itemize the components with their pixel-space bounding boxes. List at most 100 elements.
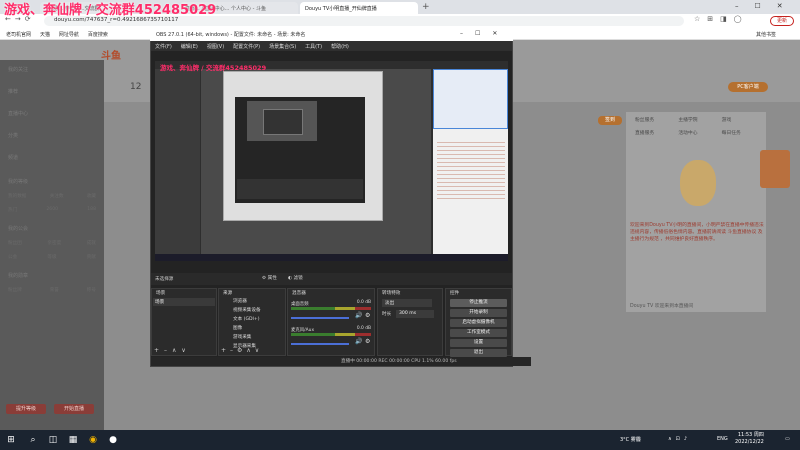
- volume-slider[interactable]: [291, 317, 349, 319]
- start-recording-button[interactable]: 开始录制: [450, 309, 507, 317]
- start-stream-button[interactable]: 开始直播: [54, 404, 94, 414]
- source-item-browser[interactable]: 浏览器: [219, 297, 285, 306]
- right-panel-grid: 粉丝服务 主播学院 游戏 直播服务 活动中心 每日任务: [635, 116, 765, 136]
- source-item-videocapture[interactable]: 视频采集设备: [219, 306, 285, 315]
- stop-streaming-button[interactable]: 停止推流: [450, 299, 507, 307]
- obs-menu-scenecollection[interactable]: 场景集合(S): [269, 43, 296, 50]
- side-ribbon: [760, 150, 790, 188]
- panel-link[interactable]: 活动中心: [678, 129, 721, 136]
- transition-select[interactable]: 淡出: [382, 299, 432, 307]
- duration-input[interactable]: 300 ms: [396, 310, 434, 318]
- update-button[interactable]: 更新: [770, 16, 794, 26]
- sidebar-stat-row: 热门 2600 188: [8, 207, 96, 213]
- sidebar-item-recommend[interactable]: 推荐: [0, 82, 104, 104]
- obs-filters-button[interactable]: ◐ 滤镜: [288, 275, 303, 281]
- obs-menu-profile[interactable]: 配置文件(P): [233, 43, 260, 50]
- gear-icon[interactable]: ⚙: [365, 312, 370, 319]
- source-label: 浏览器: [233, 299, 247, 304]
- new-tab-button[interactable]: +: [422, 2, 430, 12]
- source-toolbar[interactable]: +–⚙∧∨: [221, 347, 263, 354]
- settings-button[interactable]: 设置: [450, 339, 507, 347]
- scene-item[interactable]: 场景: [153, 298, 215, 306]
- obs-menu-view[interactable]: 视图(V): [207, 43, 224, 50]
- speaker-icon[interactable]: 🔊: [355, 312, 362, 319]
- volume-meter: [291, 307, 371, 310]
- obs-menu-tools[interactable]: 工具(T): [305, 43, 322, 50]
- pc-client-badge[interactable]: PC客户端: [728, 82, 768, 92]
- level-up-button[interactable]: 提升等级: [6, 404, 46, 414]
- obs-window-controls[interactable]: –☐✕: [460, 30, 509, 37]
- sidebar-label: 直播中心: [8, 111, 29, 117]
- notification-icon[interactable]: ▭: [785, 436, 790, 442]
- bookmark-4[interactable]: 百度搜索: [88, 31, 108, 38]
- sources-title: 来源: [223, 291, 233, 296]
- search-icon[interactable]: ⌕: [26, 433, 40, 447]
- source-item-text[interactable]: 文本 (GDI+): [219, 315, 285, 324]
- sidebar-item-category[interactable]: 分类: [0, 126, 104, 148]
- btn-label: 提升等级: [15, 406, 36, 412]
- mixer-channels: 桌面音频 0.0 dB 🔊 ⚙ 麦克风/Aux 0.0 dB 🔊 ⚙: [288, 298, 374, 352]
- virtual-camera-button[interactable]: 启动虚拟摄像机: [450, 319, 507, 327]
- sidebar-stat-row: 粉丝团 亲密度 成就: [8, 241, 96, 246]
- obs-menu-file[interactable]: 文件(F): [155, 43, 172, 50]
- speaker-icon[interactable]: 🔊: [355, 338, 362, 345]
- obs-title: OBS 27.0.1 (64-bit, windows) - 配置文件: 未命名…: [156, 32, 306, 38]
- panel-link[interactable]: 直播服务: [635, 129, 678, 136]
- volume-slider[interactable]: [291, 343, 349, 345]
- source-item-image[interactable]: 图像: [219, 324, 285, 333]
- obs-titlebar: OBS 27.0.1 (64-bit, windows) - 配置文件: 未命名…: [150, 29, 513, 41]
- panel-link[interactable]: 粉丝服务: [635, 116, 678, 123]
- widgets-icon[interactable]: ▦: [66, 433, 80, 447]
- nested-obs-inner2: [263, 109, 303, 135]
- lang-label: ENG: [717, 436, 728, 442]
- chrome-icon[interactable]: ◉: [86, 433, 100, 447]
- site-logo[interactable]: 斗鱼: [101, 47, 121, 62]
- panel-link[interactable]: 每日任务: [722, 129, 765, 136]
- source-item-gamecapture[interactable]: 游戏采集: [219, 333, 285, 342]
- source-label: 图像: [233, 326, 243, 331]
- no-source-label: 未选择源: [155, 277, 174, 282]
- tray-icons[interactable]: ∧⊡♪: [668, 436, 691, 442]
- language-indicator[interactable]: ENG: [717, 436, 728, 442]
- bookmark-3[interactable]: 网址导航: [59, 31, 79, 38]
- sidebar-label: 频道: [8, 155, 19, 161]
- obs-preview[interactable]: [155, 61, 508, 261]
- mixer-title: 混音器: [292, 291, 306, 296]
- sidebar-item-live[interactable]: 直播中心: [0, 104, 104, 126]
- transitions-dock: 转场特效 淡出 时长 300 ms: [377, 288, 443, 356]
- source-label: 文本 (GDI+): [233, 317, 260, 322]
- preview-left-col: [155, 69, 200, 261]
- start-icon[interactable]: ⊞: [4, 433, 18, 447]
- obs-icon[interactable]: ●: [106, 433, 120, 447]
- browser-actions[interactable]: ☆⊞◨◯: [694, 15, 749, 23]
- update-label: 更新: [776, 18, 787, 24]
- channel-db: 0.0 dB: [356, 300, 371, 305]
- checkin-button[interactable]: 签到: [598, 116, 622, 125]
- bookmark-other[interactable]: 其他书签: [756, 31, 776, 38]
- sidebar-item-channel[interactable]: 频道: [0, 148, 104, 170]
- obs-menu-help[interactable]: 帮助(H): [331, 43, 349, 50]
- weather-text[interactable]: 3°C 雾霾: [620, 436, 641, 443]
- exit-button[interactable]: 退出: [450, 349, 507, 357]
- sources-list: 浏览器 视频采集设备 文本 (GDI+) 图像 游戏采集 显示器采集: [219, 297, 285, 351]
- clock-date: 2022/12/22: [735, 439, 764, 445]
- panel-link[interactable]: 游戏: [722, 116, 765, 123]
- sidebar-item-follow[interactable]: 我的关注: [0, 60, 104, 82]
- site-sidebar: 我的关注 推荐 直播中心 分类 频道 我的等级 我的数据 关注数 收藏 热门 2600…: [0, 60, 104, 430]
- scenes-title: 场景: [156, 291, 166, 296]
- taskview-icon[interactable]: ◫: [46, 433, 60, 447]
- studio-mode-button[interactable]: 工作室模式: [450, 329, 507, 337]
- clock[interactable]: 11:53 周四 2022/12/22: [735, 432, 764, 446]
- gear-icon[interactable]: ⚙: [365, 338, 370, 345]
- transitions-title: 转场特效: [382, 291, 401, 296]
- obs-menu-edit[interactable]: 编辑(E): [181, 43, 198, 50]
- bookmark-2[interactable]: 天猫: [40, 31, 50, 38]
- scene-toolbar[interactable]: +–∧∨: [154, 347, 191, 354]
- sidebar-stat-row: 公会 等级 贡献: [8, 255, 96, 260]
- sidebar-label: 我的关注: [8, 67, 29, 73]
- overlay-title-text: 游戏、奔仙牌 / 交流群452485029: [4, 3, 217, 18]
- panel-link[interactable]: 主播学院: [678, 116, 721, 123]
- obs-properties-button[interactable]: ⚙ 属性: [262, 275, 277, 281]
- window-controls[interactable]: –☐✕: [735, 2, 799, 10]
- bookmark-1[interactable]: 老司机官网: [6, 31, 31, 38]
